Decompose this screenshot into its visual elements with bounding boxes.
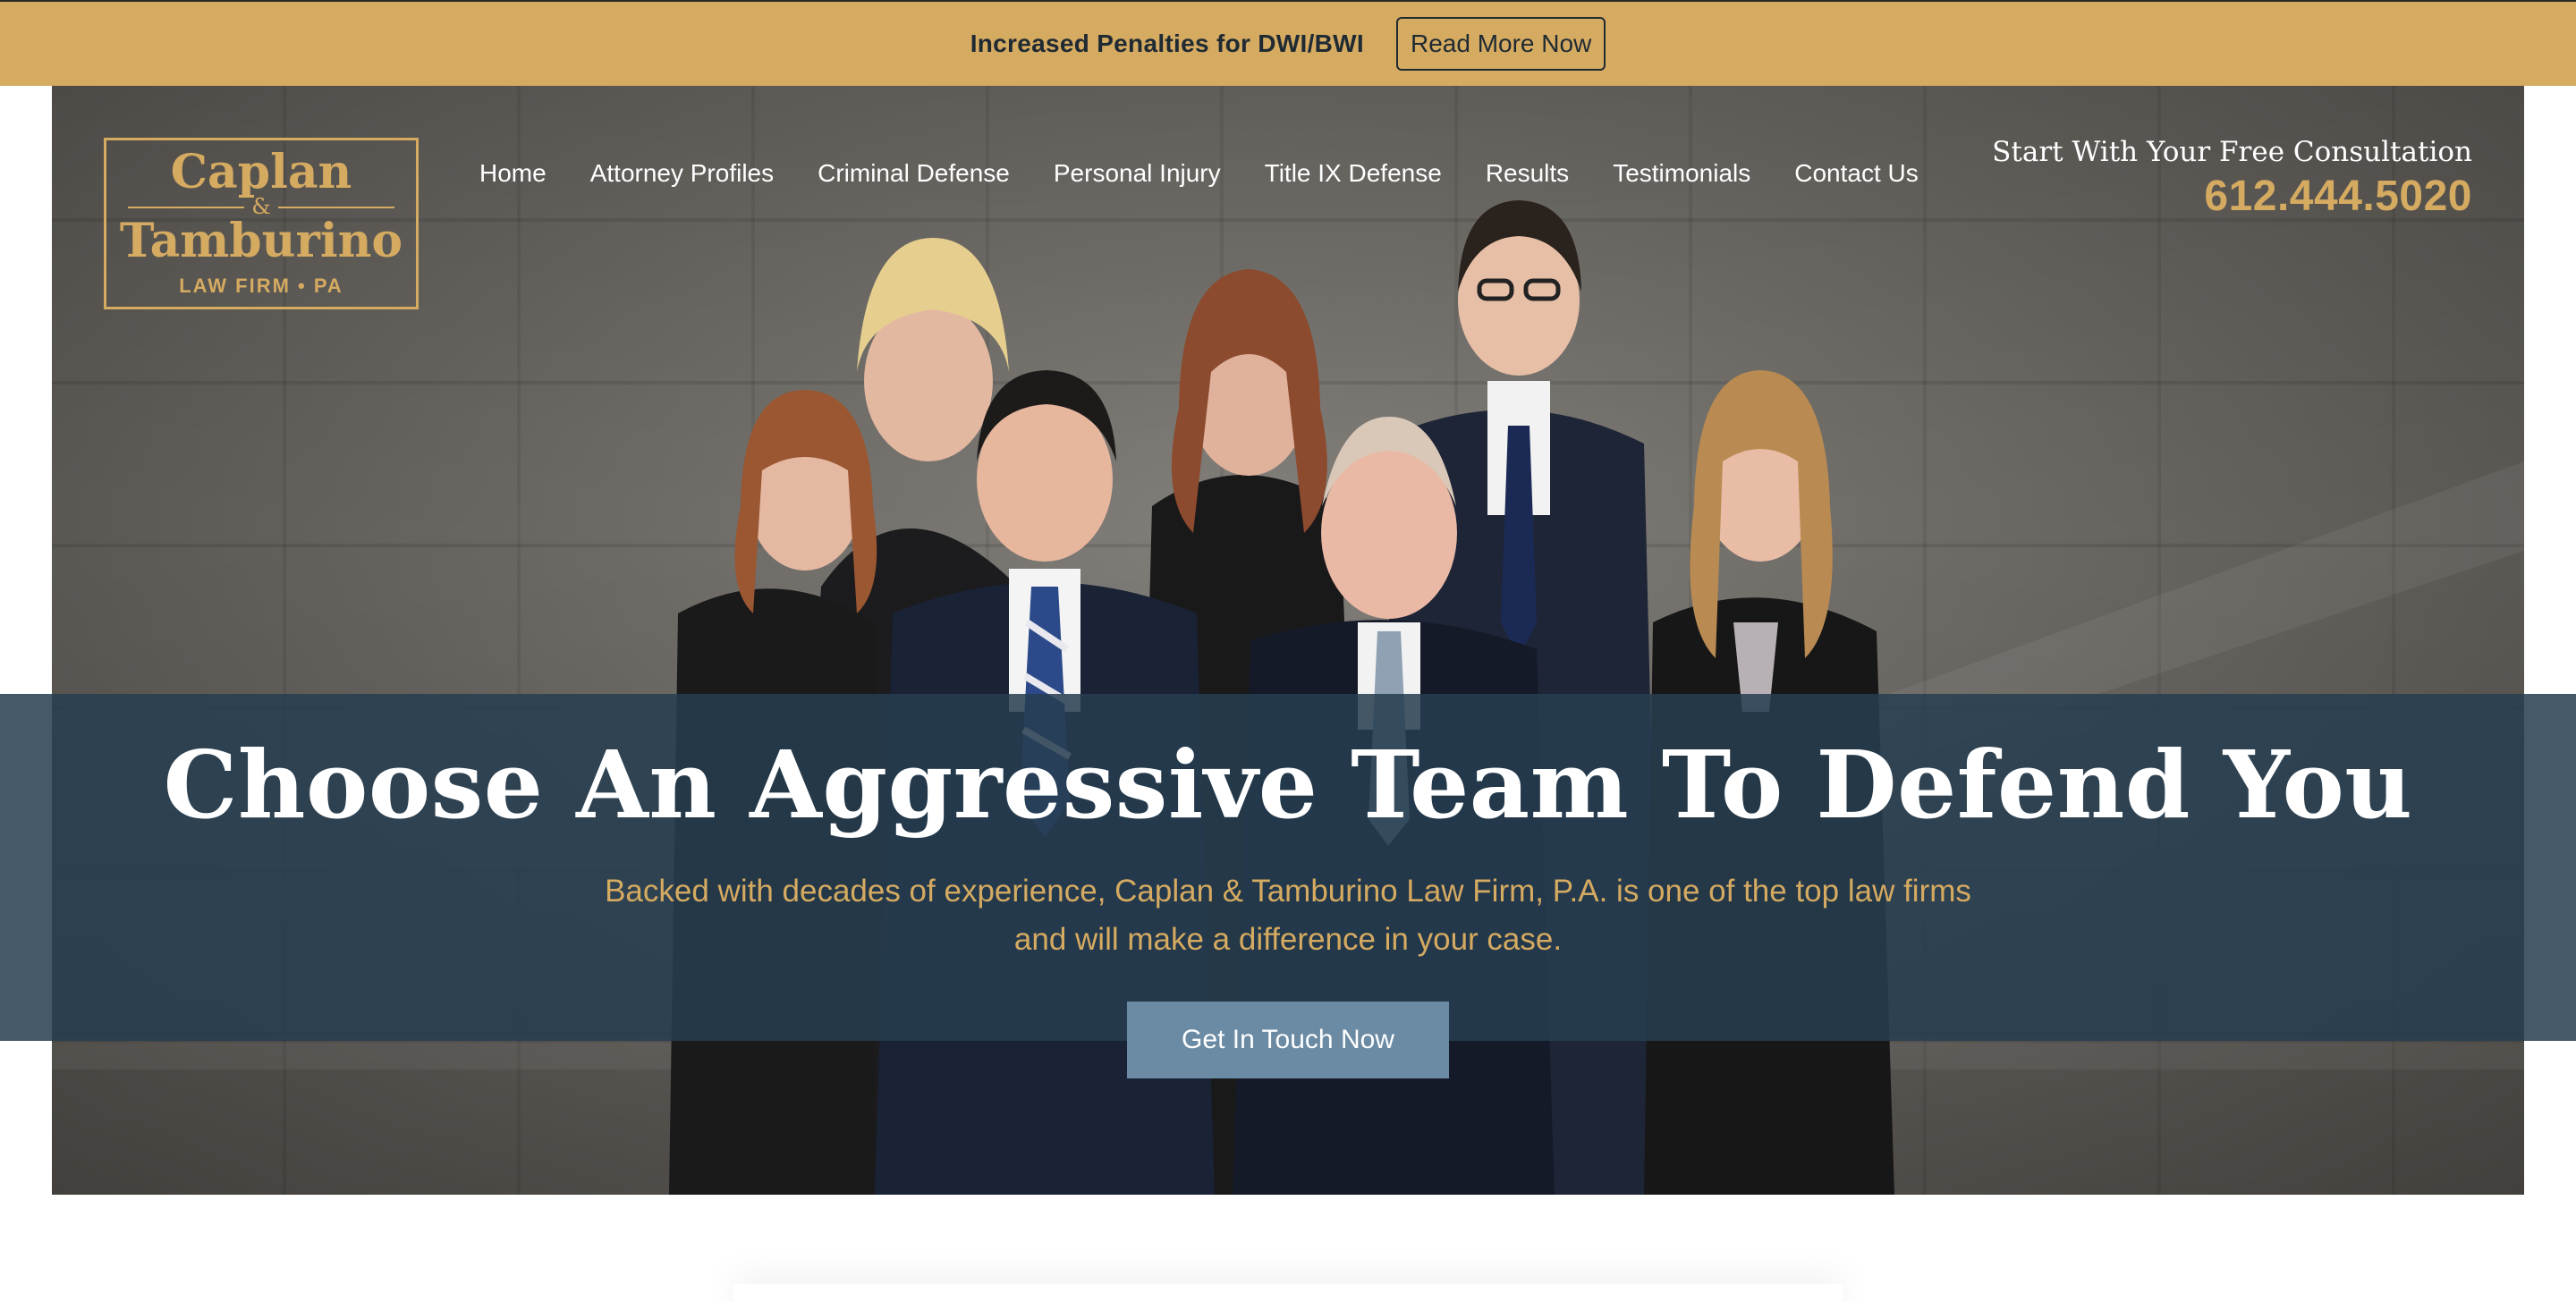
nav-criminal-defense[interactable]: Criminal Defense [818,159,1010,188]
logo-line2: Tamburino [119,214,403,268]
nav-testimonials[interactable]: Testimonials [1613,159,1750,188]
logo-line1: Caplan [170,145,352,199]
nav-title-ix-defense[interactable]: Title IX Defense [1265,159,1442,188]
nav-attorney-profiles[interactable]: Attorney Profiles [590,159,774,188]
phone-number-link[interactable]: 612.444.5020 [1992,172,2472,221]
announcement-text: Increased Penalties for DWI/BWI [970,30,1364,57]
consultation-block: Start With Your Free Consultation 612.44… [1992,136,2472,221]
nav-personal-injury[interactable]: Personal Injury [1054,159,1221,188]
content-card-edge [733,1284,1843,1302]
get-in-touch-button[interactable]: Get In Touch Now [1127,1002,1449,1078]
hero-subtext: Backed with decades of experience, Capla… [605,874,1971,957]
firm-logo[interactable]: Caplan & Tamburino LAW FIRM • PA [104,138,419,309]
nav-contact-us[interactable]: Contact Us [1794,159,1919,188]
main-nav: Home Attorney Profiles Criminal Defense … [479,159,1919,188]
nav-home[interactable]: Home [479,159,547,188]
hero-headline: Choose An Aggressive Team To Defend You [163,730,2413,840]
read-more-button[interactable]: Read More Now [1395,17,1606,71]
logo-subtitle: LAW FIRM • PA [179,275,343,297]
nav-results[interactable]: Results [1486,159,1569,188]
consultation-label: Start With Your Free Consultation [1992,136,2472,168]
logo-rule-right [278,207,394,208]
announcement-bar: Increased Penalties for DWI/BWI Read Mor… [0,0,2576,86]
